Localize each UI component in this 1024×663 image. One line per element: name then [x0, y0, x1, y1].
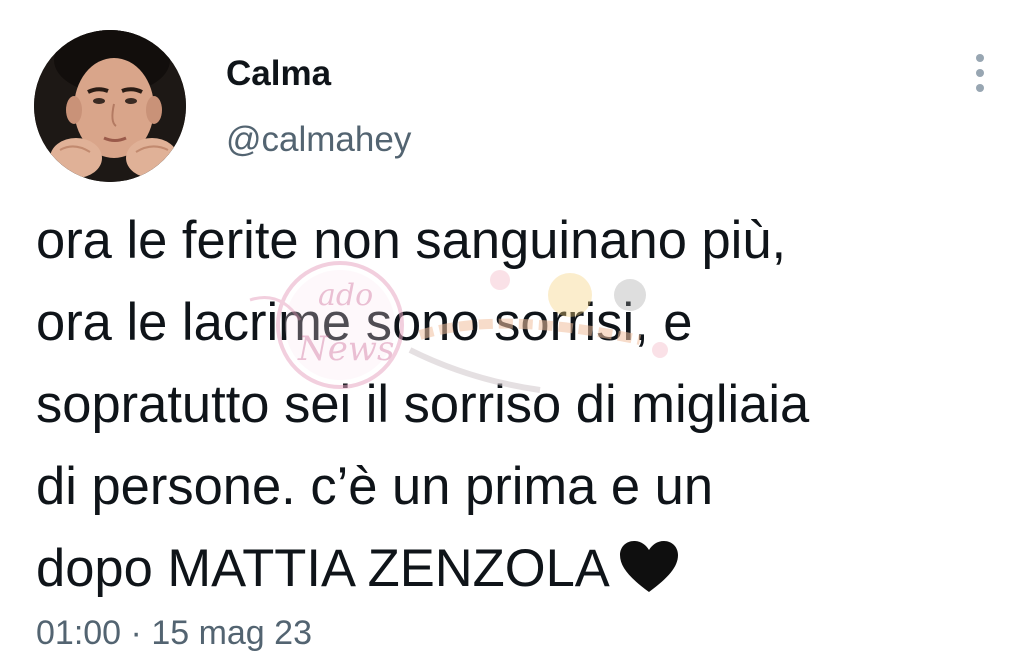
profile-photo: [34, 30, 186, 182]
user-handle[interactable]: @calmahey: [226, 118, 411, 162]
tweet-line: sopratutto sei il sorriso di migliaia: [36, 375, 810, 434]
tweet-text: ora le ferite non sanguinano più, ora le…: [36, 200, 1006, 610]
avatar[interactable]: [34, 30, 186, 182]
tweet-line: di persone. c’è un prima e un: [36, 457, 714, 516]
tweet-timestamp[interactable]: 01:00 · 15 mag 23: [36, 610, 312, 656]
more-vertical-icon-dot: [976, 84, 984, 92]
tweet-line-text: dopo MATTIA ZENZOLA: [36, 539, 610, 598]
black-heart-icon: [619, 541, 678, 592]
tweet-line-last: dopo MATTIA ZENZOLA: [36, 528, 1006, 610]
tweet-line: ora le lacrime sono sorrisi, e: [36, 293, 693, 352]
more-vertical-icon-dot: [976, 69, 984, 77]
more-options-button[interactable]: [964, 50, 996, 96]
display-name[interactable]: Calma: [226, 52, 331, 96]
more-vertical-icon: [976, 54, 984, 62]
timestamp-time: 01:00: [36, 614, 122, 652]
timestamp-separator: ·: [121, 614, 152, 652]
timestamp-date: 15 mag 23: [151, 614, 312, 652]
tweet-line: ora le ferite non sanguinano più,: [36, 211, 787, 270]
